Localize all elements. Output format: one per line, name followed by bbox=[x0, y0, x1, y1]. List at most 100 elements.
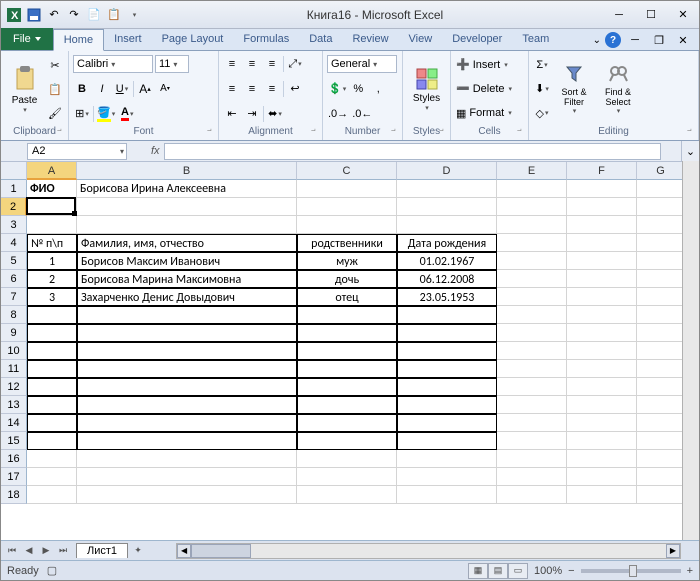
cell[interactable] bbox=[497, 450, 567, 468]
cell[interactable] bbox=[637, 234, 685, 252]
cell[interactable]: дочь bbox=[297, 270, 397, 288]
cell[interactable] bbox=[637, 432, 685, 450]
align-middle-icon[interactable]: ≡ bbox=[243, 55, 261, 73]
cell[interactable]: Захарченко Денис Довыдович bbox=[77, 288, 297, 306]
cell[interactable] bbox=[497, 486, 567, 504]
cell[interactable] bbox=[567, 216, 637, 234]
cell[interactable] bbox=[77, 198, 297, 216]
cell[interactable] bbox=[567, 378, 637, 396]
cell[interactable] bbox=[297, 468, 397, 486]
tab-data[interactable]: Data bbox=[299, 28, 342, 50]
cell[interactable] bbox=[497, 288, 567, 306]
fx-icon[interactable]: fx bbox=[151, 145, 160, 157]
new-sheet-button[interactable]: ✦ bbox=[130, 543, 146, 559]
cell[interactable] bbox=[77, 360, 297, 378]
vertical-scrollbar[interactable] bbox=[682, 161, 699, 540]
row-header[interactable]: 10 bbox=[1, 342, 27, 360]
align-center-icon[interactable]: ≡ bbox=[243, 80, 261, 98]
cell[interactable] bbox=[27, 414, 77, 432]
comma-format-icon[interactable]: , bbox=[369, 80, 387, 98]
cell[interactable]: 3 bbox=[27, 288, 77, 306]
delete-cells-button[interactable]: ➖Delete bbox=[455, 80, 524, 98]
row-header[interactable]: 2 bbox=[1, 198, 27, 216]
cell[interactable] bbox=[27, 396, 77, 414]
row-header[interactable]: 1 bbox=[1, 180, 27, 198]
cell[interactable] bbox=[297, 414, 397, 432]
cell[interactable]: ФИО bbox=[27, 180, 77, 198]
cell[interactable] bbox=[77, 450, 297, 468]
italic-button[interactable]: I bbox=[93, 80, 111, 98]
macro-record-icon[interactable]: ▢ bbox=[47, 564, 57, 577]
cell[interactable] bbox=[567, 288, 637, 306]
next-sheet-button[interactable]: ▶ bbox=[38, 543, 54, 559]
cell[interactable] bbox=[497, 342, 567, 360]
row-header[interactable]: 3 bbox=[1, 216, 27, 234]
number-format-combo[interactable]: General bbox=[327, 55, 397, 73]
column-header[interactable]: C bbox=[297, 162, 397, 180]
cell[interactable] bbox=[637, 360, 685, 378]
increase-font-icon[interactable]: A▴ bbox=[136, 80, 154, 98]
cell[interactable] bbox=[567, 486, 637, 504]
formula-bar[interactable] bbox=[164, 143, 661, 160]
cell[interactable] bbox=[27, 378, 77, 396]
cell[interactable] bbox=[497, 180, 567, 198]
cell[interactable] bbox=[637, 396, 685, 414]
cell[interactable] bbox=[637, 198, 685, 216]
cell[interactable] bbox=[397, 450, 497, 468]
minimize-button[interactable]: ─ bbox=[603, 5, 635, 25]
cell[interactable] bbox=[637, 486, 685, 504]
merge-button[interactable]: ⬌ bbox=[266, 105, 284, 123]
row-header[interactable]: 4 bbox=[1, 234, 27, 252]
cell[interactable] bbox=[497, 270, 567, 288]
cell[interactable] bbox=[297, 360, 397, 378]
cell[interactable] bbox=[397, 378, 497, 396]
cell[interactable] bbox=[637, 414, 685, 432]
cell[interactable] bbox=[497, 324, 567, 342]
cell[interactable] bbox=[77, 342, 297, 360]
align-right-icon[interactable]: ≡ bbox=[263, 80, 281, 98]
cell[interactable] bbox=[77, 378, 297, 396]
doc-minimize-button[interactable]: ─ bbox=[625, 30, 645, 50]
excel-icon[interactable]: X bbox=[5, 6, 23, 24]
row-header[interactable]: 18 bbox=[1, 486, 27, 504]
align-left-icon[interactable]: ≡ bbox=[223, 80, 241, 98]
cell[interactable] bbox=[637, 180, 685, 198]
cell[interactable] bbox=[297, 432, 397, 450]
normal-view-button[interactable]: ▦ bbox=[468, 563, 488, 579]
column-header[interactable]: F bbox=[567, 162, 637, 180]
autosum-button[interactable]: Σ bbox=[533, 56, 551, 74]
cell[interactable] bbox=[27, 450, 77, 468]
select-all-corner[interactable] bbox=[1, 162, 27, 180]
cell[interactable] bbox=[77, 468, 297, 486]
percent-format-icon[interactable]: % bbox=[349, 80, 367, 98]
decrease-font-icon[interactable]: A▾ bbox=[156, 80, 174, 98]
clear-button[interactable]: ◇ bbox=[533, 104, 551, 122]
find-select-button[interactable]: Find & Select bbox=[597, 53, 639, 125]
cell[interactable] bbox=[567, 414, 637, 432]
cell[interactable] bbox=[567, 342, 637, 360]
font-size-combo[interactable]: 11 bbox=[155, 55, 189, 73]
cell[interactable] bbox=[637, 450, 685, 468]
cell[interactable] bbox=[567, 234, 637, 252]
cell[interactable] bbox=[27, 324, 77, 342]
row-header[interactable]: 9 bbox=[1, 324, 27, 342]
column-header[interactable]: B bbox=[77, 162, 297, 180]
cell[interactable] bbox=[637, 270, 685, 288]
fill-color-button[interactable]: 🪣 bbox=[96, 105, 116, 123]
sheet-tab[interactable]: Лист1 bbox=[76, 543, 128, 558]
cell[interactable] bbox=[567, 468, 637, 486]
styles-button[interactable]: Styles bbox=[407, 53, 446, 125]
cell[interactable] bbox=[297, 180, 397, 198]
decrease-decimal-icon[interactable]: .0← bbox=[351, 105, 373, 123]
cell[interactable]: 1 bbox=[27, 252, 77, 270]
align-bottom-icon[interactable]: ≡ bbox=[263, 55, 281, 73]
cell[interactable]: родственники bbox=[297, 234, 397, 252]
cell[interactable] bbox=[497, 396, 567, 414]
cell[interactable] bbox=[397, 432, 497, 450]
cell[interactable] bbox=[27, 306, 77, 324]
column-header[interactable]: A bbox=[27, 162, 77, 180]
file-tab[interactable]: File bbox=[1, 28, 53, 50]
cell[interactable] bbox=[637, 216, 685, 234]
cell[interactable] bbox=[77, 414, 297, 432]
cell[interactable] bbox=[497, 306, 567, 324]
